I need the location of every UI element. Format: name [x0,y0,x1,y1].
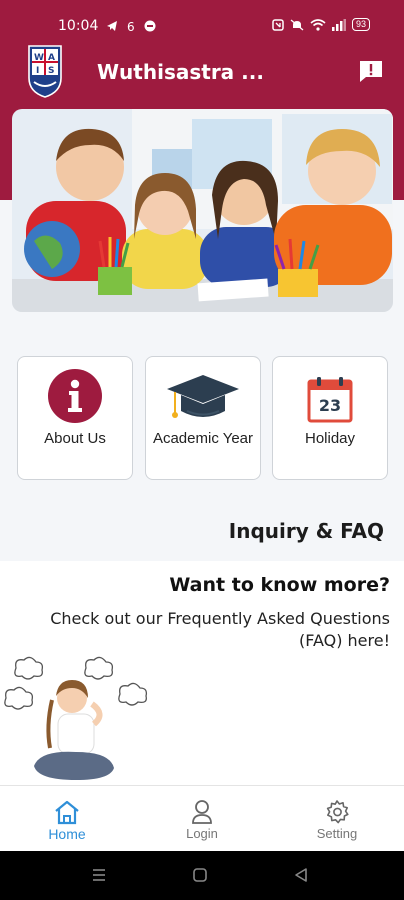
nav-login-label: Login [186,826,218,841]
status-left: 10:04 6 [58,18,156,34]
feedback-icon[interactable] [358,59,384,83]
faq-heading: Want to know more? [169,574,390,596]
status-right: 93 [272,18,370,31]
holiday-tile[interactable]: 23 Holiday [272,356,388,480]
about-us-tile[interactable]: About Us [17,356,133,480]
status-time: 10:04 [58,18,99,34]
recent-apps-icon[interactable] [91,867,107,883]
battery-icon: 93 [351,18,370,31]
faq-description: Check out our Frequently Asked Questions… [50,609,390,650]
app-title: Wuthisastra ... [97,60,264,84]
inquiry-faq-title: Inquiry & FAQ [228,519,384,543]
app-bar: W A I S Wuthisastra ... [0,44,404,100]
nav-home[interactable]: Home [0,786,134,852]
thinking-girl-illustration [4,656,148,780]
home-icon [55,800,79,825]
gear-icon [326,800,349,824]
system-navigation-bar [0,851,404,900]
svg-text:W: W [34,53,44,63]
info-icon [48,369,102,423]
faq-card[interactable]: Want to know more? Check out our Frequen… [0,561,404,785]
nav-setting[interactable]: Setting [270,786,404,852]
status-bar: 10:04 6 93 [0,0,404,44]
telegram-icon [107,21,118,31]
calendar-icon: 23 [307,377,353,423]
svg-text:I: I [36,66,39,76]
do-not-disturb-icon [144,20,156,32]
svg-text:A: A [48,53,55,63]
svg-text:6: 6 [127,20,135,32]
academic-year-tile[interactable]: Academic Year [145,356,261,480]
calendar-date: 23 [319,396,341,415]
nfc-icon [272,18,284,31]
nav-login[interactable]: Login [135,786,269,852]
nav-setting-label: Setting [316,826,358,841]
svg-text:S: S [48,66,54,76]
sync-icon: 6 [127,20,135,32]
academic-year-label: Academic Year [152,430,254,447]
about-us-label: About Us [44,430,106,447]
bottom-navigation: Home Login Setting [0,785,404,851]
nav-home-label: Home [48,826,86,842]
children-classroom-illustration [12,109,393,312]
signal-icon [331,18,346,31]
user-icon [192,800,212,824]
menu-tiles: About Us Academic Year 23 Holiday [17,356,388,480]
mute-icon [290,19,304,30]
back-icon[interactable] [293,867,309,883]
school-logo-icon: W A I S [28,45,62,98]
graduation-cap-icon [167,375,239,418]
holiday-label: Holiday [304,430,356,447]
wifi-icon [310,18,326,31]
home-button-icon[interactable] [192,867,208,883]
banner-image [12,109,393,312]
